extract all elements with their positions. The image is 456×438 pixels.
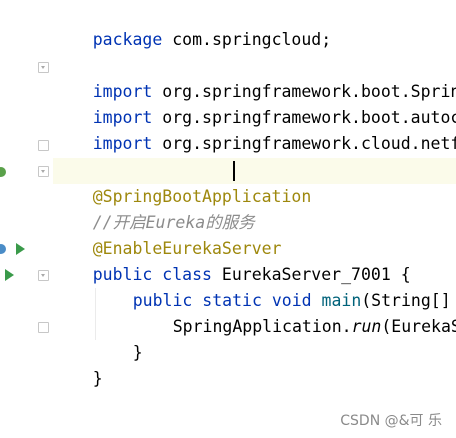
code-line-13: } xyxy=(93,314,143,362)
spring-config-icon[interactable] xyxy=(0,244,6,254)
code-line-11: public static void main(String[] args xyxy=(93,262,456,310)
code-line-5: import org.springframework.cloud.netflix xyxy=(53,105,456,153)
fold-main-icon[interactable] xyxy=(38,270,49,281)
closing-brace: } xyxy=(92,369,103,388)
code-line-9: @EnableEurekaServer xyxy=(53,210,282,258)
code-line-12: SpringApplication.run(EurekaServe xyxy=(133,288,456,336)
text-caret xyxy=(233,161,235,181)
watermark: CSDN @&可 乐 xyxy=(340,413,442,429)
code-line-3: import org.springframework.boot.SpringAp… xyxy=(53,53,456,101)
code-line-8: //开启Eureka的服务 xyxy=(53,184,255,232)
code-line-10: public class EurekaServer_7001 { xyxy=(53,236,411,284)
code-line-1: package com.springcloud; xyxy=(53,1,331,49)
keyword: import xyxy=(92,134,153,153)
fold-imports-icon[interactable] xyxy=(38,62,49,73)
code-text: SpringApplication. xyxy=(172,317,352,336)
run-class-icon[interactable] xyxy=(16,243,25,255)
code-line-7: @SpringBootApplication xyxy=(53,158,456,206)
code-text: org.springframework.cloud.netflix xyxy=(162,134,456,153)
fold-imports-end-icon[interactable] xyxy=(38,140,49,151)
code-editor[interactable]: package com.springcloud; import org.spri… xyxy=(53,0,456,438)
code-text: com.springcloud; xyxy=(162,30,332,49)
code-line-14: } xyxy=(53,340,103,388)
spring-bean-icon[interactable] xyxy=(0,167,6,177)
code-text: (EurekaServe xyxy=(381,317,456,336)
static-method-call: run xyxy=(351,317,382,336)
editor-gutter xyxy=(0,0,49,438)
fold-main-end-icon[interactable] xyxy=(38,322,49,333)
code-line-4: import org.springframework.boot.autoconf… xyxy=(53,79,456,127)
closing-brace: } xyxy=(132,343,143,362)
keyword: package xyxy=(92,30,163,49)
fold-annotation-icon[interactable] xyxy=(38,166,49,177)
run-main-icon[interactable] xyxy=(5,269,14,281)
